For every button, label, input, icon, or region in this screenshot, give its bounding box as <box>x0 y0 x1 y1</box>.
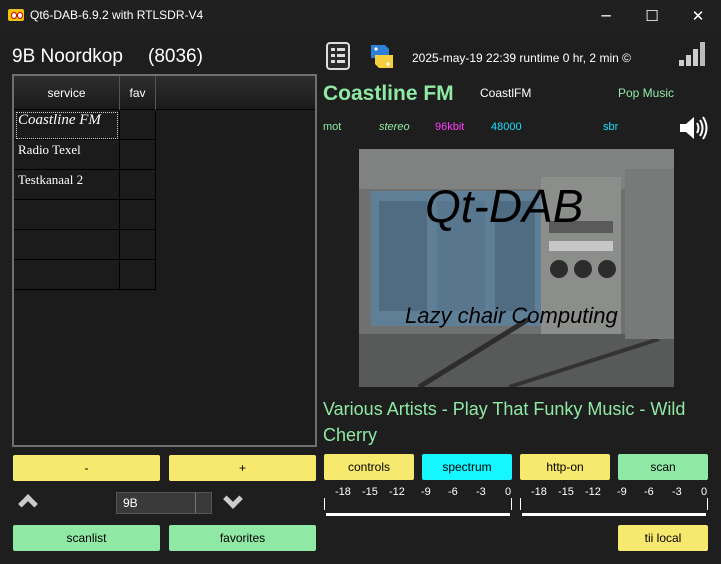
channel-selector[interactable]: 9B <box>116 492 212 514</box>
minimize-button[interactable]: ─ <box>583 0 629 31</box>
table-row[interactable]: Coastline FM <box>14 110 156 140</box>
meter-tick-label: -3 <box>476 486 486 498</box>
samplerate-label: 48000 <box>491 121 522 133</box>
fav-cell[interactable] <box>120 110 156 140</box>
program-type: Pop Music <box>618 86 675 100</box>
slideshow-image: Qt-DAB Lazy chair Computing <box>359 149 674 387</box>
http-button[interactable]: http-on <box>520 454 610 480</box>
meter-tick-label: -15 <box>558 486 574 498</box>
table-row[interactable]: Radio Texel <box>14 140 156 170</box>
mode-label: mot <box>323 121 342 133</box>
fav-column-header[interactable]: fav <box>120 76 156 110</box>
meter-tick-label: -18 <box>531 486 547 498</box>
ensemble-id: (8036) <box>148 46 203 67</box>
selection-focus <box>16 112 118 139</box>
spectrum-button[interactable]: spectrum <box>422 454 512 480</box>
chevron-up-icon[interactable] <box>18 494 38 514</box>
station-short-label: CoastlFM <box>480 86 532 100</box>
title-bar: Qt6-DAB-6.9.2 with RTLSDR-V4 ─ ☐ ✕ <box>0 0 721 31</box>
radio-app-icon <box>8 9 24 21</box>
speaker-icon[interactable] <box>678 114 708 142</box>
meter-level-bar <box>522 513 706 516</box>
table-header: service fav <box>14 76 315 110</box>
service-column-header[interactable]: service <box>14 76 120 110</box>
meter-tick-label: -12 <box>585 486 601 498</box>
previous-service-button[interactable]: - <box>13 455 160 481</box>
bitrate-label: 96kbit <box>435 121 465 133</box>
fav-cell[interactable] <box>120 230 156 260</box>
service-table[interactable]: service fav Coastline FM Radio Texel Tes… <box>12 74 317 447</box>
meter-tick-label: 0 <box>505 486 512 498</box>
controls-button[interactable]: controls <box>324 454 414 480</box>
scan-button[interactable]: scan <box>618 454 708 480</box>
audio-meter-right: -18 -15 -12 -9 -6 -3 0 <box>520 484 708 516</box>
close-button[interactable]: ✕ <box>675 0 721 31</box>
service-name[interactable] <box>14 260 120 290</box>
technical-data-icon[interactable] <box>326 42 350 70</box>
service-name[interactable]: Testkanaal 2 <box>14 170 120 200</box>
date-time-runtime: 2025-may-19 22:39 runtime 0 hr, 2 min © <box>412 51 631 65</box>
audio-meter-left: -18 -15 -12 -9 -6 -3 0 <box>324 484 512 516</box>
chevron-down-icon[interactable] <box>223 489 243 509</box>
fav-cell[interactable] <box>120 200 156 230</box>
meter-level-bar <box>326 513 510 516</box>
meter-tick-label: 0 <box>701 486 708 498</box>
channel-dropdown-divider <box>195 493 196 513</box>
meter-tick-label: -9 <box>421 486 431 498</box>
tii-local-button[interactable]: tii local <box>618 525 708 551</box>
meter-ticks <box>324 498 512 510</box>
fav-cell[interactable] <box>120 170 156 200</box>
next-service-button[interactable]: + <box>169 455 316 481</box>
channel-value: 9B <box>123 496 138 510</box>
window-title: Qt6-DAB-6.9.2 with RTLSDR-V4 <box>30 8 204 22</box>
table-row[interactable] <box>14 200 156 230</box>
slide-title: Qt-DAB <box>425 180 584 232</box>
service-name[interactable] <box>14 200 120 230</box>
meter-ticks <box>520 498 708 510</box>
fav-cell[interactable] <box>120 260 156 290</box>
table-row[interactable]: Testkanaal 2 <box>14 170 156 200</box>
signal-strength-icon <box>678 42 708 66</box>
fav-cell[interactable] <box>120 140 156 170</box>
slide-subtitle: Lazy chair Computing <box>405 303 618 328</box>
sbr-label: sbr <box>603 121 619 133</box>
scanlist-button[interactable]: scanlist <box>13 525 160 551</box>
stereo-label: stereo <box>379 121 410 133</box>
table-row[interactable] <box>14 230 156 260</box>
meter-tick-label: -15 <box>362 486 378 498</box>
meter-tick-label: -12 <box>389 486 405 498</box>
service-name[interactable]: Radio Texel <box>14 140 120 170</box>
meter-tick-label: -3 <box>672 486 682 498</box>
meter-tick-label: -9 <box>617 486 627 498</box>
station-name: Coastline FM <box>323 82 454 105</box>
table-row[interactable] <box>14 260 156 290</box>
favorites-button[interactable]: favorites <box>169 525 316 551</box>
python-icon[interactable] <box>367 42 397 71</box>
meter-tick-label: -6 <box>644 486 654 498</box>
meter-tick-label: -18 <box>335 486 351 498</box>
dynamic-label: Various Artists - Play That Funky Music … <box>323 399 686 445</box>
meter-tick-label: -6 <box>448 486 458 498</box>
service-name[interactable] <box>14 230 120 260</box>
ensemble-name: 9B Noordkop <box>12 46 123 67</box>
maximize-button[interactable]: ☐ <box>629 0 675 31</box>
